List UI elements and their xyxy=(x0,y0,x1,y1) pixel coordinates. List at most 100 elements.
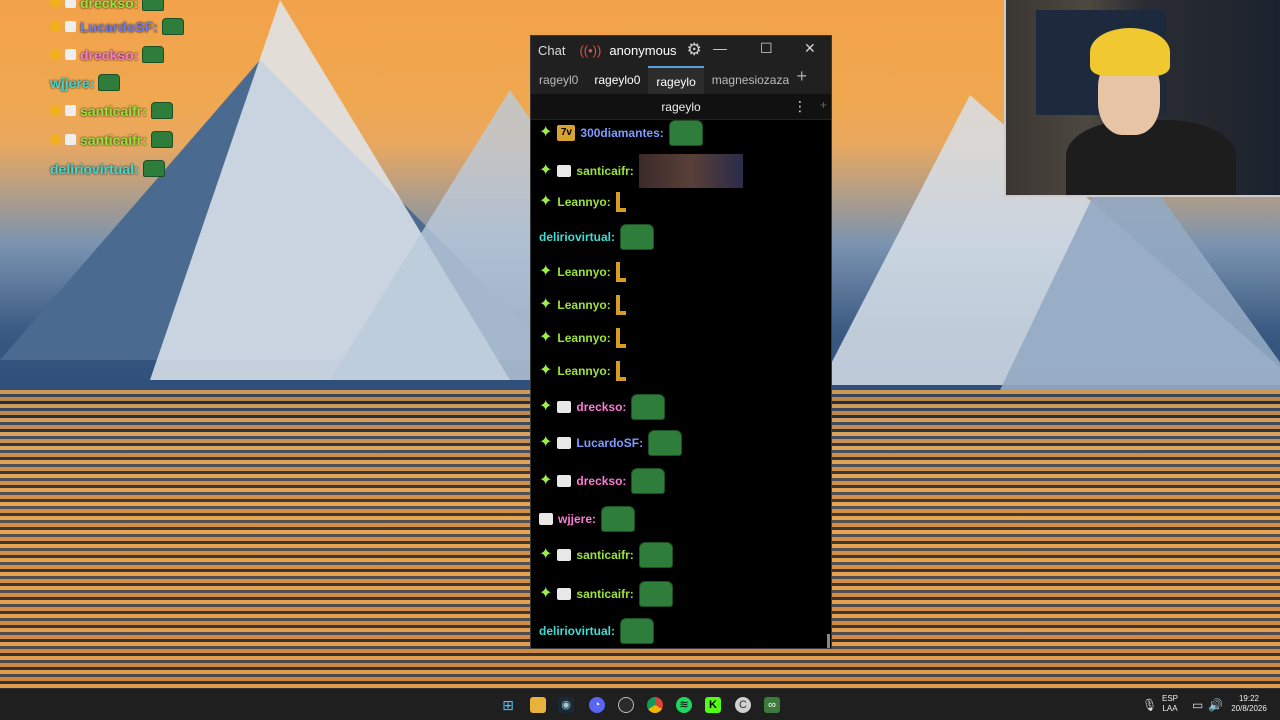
frog-emote-icon xyxy=(631,394,666,420)
frog-emote-icon xyxy=(161,18,184,35)
frog-emote-icon xyxy=(142,0,165,11)
settings-gear-icon[interactable]: ⚙ xyxy=(687,40,702,60)
chat-username[interactable]: santicaifr: xyxy=(576,164,633,178)
tab-rageylo[interactable]: rageylo xyxy=(648,66,704,94)
tab-rageyl0[interactable]: rageyl0 xyxy=(531,66,586,94)
chat-message[interactable]: deliriovirtual: xyxy=(539,618,655,644)
overlay-chat-line: wjjere: xyxy=(50,74,121,91)
mod-badge-icon xyxy=(65,49,76,60)
frog-emote-icon xyxy=(631,468,666,494)
clock-time: 19:22 xyxy=(1238,694,1260,703)
ccleaner-icon[interactable]: C xyxy=(735,697,751,713)
chat-message[interactable]: ✦ Leannyo: xyxy=(539,192,626,212)
overlay-username: deliriovirtual: xyxy=(50,160,139,177)
chat-username[interactable]: Leannyo: xyxy=(557,364,610,378)
overlay-username: dreckso: xyxy=(80,46,139,63)
chat-message[interactable]: ✦ Leannyo: xyxy=(539,361,626,381)
overlay-chat-line: dreckso: xyxy=(50,0,165,11)
sparkle-badge-icon: ✦ xyxy=(539,329,553,346)
chat-message[interactable]: ✦ santicaifr: xyxy=(539,154,743,188)
network-icon[interactable]: ▭ xyxy=(1192,698,1203,712)
title-bar[interactable]: Chat ((•)) anonymous ⚙ — ☐ ✕ xyxy=(531,36,831,64)
kick-icon[interactable]: K xyxy=(705,697,721,713)
frog-emote-icon xyxy=(638,542,673,568)
gif-emote-icon xyxy=(638,154,743,188)
close-icon[interactable]: ✕ xyxy=(804,40,816,57)
frog-emote-icon xyxy=(620,618,655,644)
file-explorer-icon[interactable] xyxy=(530,697,546,713)
chat-username[interactable]: Leannyo: xyxy=(557,331,610,345)
chat-message[interactable]: ✦ dreckso: xyxy=(539,394,666,420)
obs-icon[interactable] xyxy=(618,697,634,713)
windows-start-icon[interactable]: ⊞ xyxy=(500,697,516,713)
sparkle-badge-icon: ✦ xyxy=(539,193,553,210)
chat-window[interactable]: Chat ((•)) anonymous ⚙ — ☐ ✕ rageyl0 rag… xyxy=(530,35,832,649)
chat-message[interactable]: deliriovirtual: xyxy=(539,224,655,250)
volume-icon[interactable]: 🔊 xyxy=(1208,698,1223,712)
window-title: Chat xyxy=(538,42,566,58)
webcam-feed xyxy=(1004,0,1280,197)
steam-icon[interactable]: ◉ xyxy=(558,697,574,713)
chat-username[interactable]: deliriovirtual: xyxy=(539,230,615,244)
discord-icon[interactable]: ◔ xyxy=(589,697,605,713)
chrome-icon[interactable] xyxy=(647,697,663,713)
channel-tabs: rageyl0 rageylo0 rageylo magnesiozaza + xyxy=(531,64,831,94)
mod-badge-icon xyxy=(65,0,76,8)
tab-rageylo0[interactable]: rageylo0 xyxy=(586,66,648,94)
minimize-icon[interactable]: — xyxy=(713,40,727,56)
overlay-chat-line: santicaifr: xyxy=(50,131,173,148)
overlay-username: santicaifr: xyxy=(80,131,147,148)
tab-magnesiozaza[interactable]: magnesiozaza xyxy=(704,66,797,94)
add-tab-icon[interactable]: + xyxy=(796,66,807,87)
chat-username[interactable]: dreckso: xyxy=(576,474,626,488)
chat-message[interactable]: ✦ santicaifr: xyxy=(539,542,673,568)
chat-message[interactable]: ✦ LucardoSF: xyxy=(539,430,683,456)
frog-emote-icon xyxy=(98,74,121,91)
frog-emote-icon xyxy=(648,430,683,456)
sub-badge-icon xyxy=(50,49,61,60)
chat-username[interactable]: santicaifr: xyxy=(576,587,633,601)
chat-message[interactable]: ✦ Leannyo: xyxy=(539,295,626,315)
sub-badge-icon xyxy=(50,105,61,116)
chat-username[interactable]: santicaifr: xyxy=(576,548,633,562)
chat-message[interactable]: ✦ Leannyo: xyxy=(539,262,626,282)
webcam-person-hat xyxy=(1090,28,1170,76)
sub-badge-icon xyxy=(50,0,61,8)
clock-date: 20/8/2026 xyxy=(1231,704,1267,713)
chat-username[interactable]: Leannyo: xyxy=(557,265,610,279)
chat-username[interactable]: Leannyo: xyxy=(557,195,610,209)
chat-username[interactable]: deliriovirtual: xyxy=(539,624,615,638)
language-label: ESP xyxy=(1162,694,1179,703)
7tv-badge-icon: 7v xyxy=(557,125,576,141)
overlay-chat-line: deliriovirtual: xyxy=(50,160,165,177)
scrollbar[interactable] xyxy=(827,634,830,648)
chat-message[interactable]: ✦ Leannyo: xyxy=(539,328,626,348)
chat-username[interactable]: dreckso: xyxy=(576,400,626,414)
sparkle-badge-icon: ✦ xyxy=(539,546,553,563)
chat-message[interactable]: ✦ 7v 300diamantes: xyxy=(539,120,703,146)
mod-badge-icon xyxy=(557,588,572,600)
sparkle-badge-icon: ✦ xyxy=(539,434,553,451)
clock[interactable]: 19:22 20/8/2026 xyxy=(1226,694,1272,714)
microphone-icon[interactable]: 🎙 xyxy=(1142,698,1157,712)
chat-username[interactable]: Leannyo: xyxy=(557,298,610,312)
mod-badge-icon xyxy=(539,513,553,525)
add-split-icon[interactable]: + xyxy=(820,98,827,112)
chat-username[interactable]: LucardoSF: xyxy=(576,436,643,450)
mod-badge-icon xyxy=(65,105,76,116)
overlay-chat-line: dreckso: xyxy=(50,46,165,63)
chat-username[interactable]: 300diamantes: xyxy=(580,126,663,140)
account-name[interactable]: anonymous xyxy=(609,43,676,58)
mod-badge-icon xyxy=(65,134,76,145)
more-options-icon[interactable]: ⋮ xyxy=(793,98,807,115)
chat-message[interactable]: wjjere: xyxy=(539,506,636,532)
frog-emote-icon xyxy=(150,131,173,148)
chat-message[interactable]: ✦ dreckso: xyxy=(539,468,666,494)
chatterino-icon[interactable]: ∞ xyxy=(764,697,780,713)
language-indicator[interactable]: ESP LAA xyxy=(1162,694,1178,714)
chat-username[interactable]: wjjere: xyxy=(558,512,596,526)
spotify-icon[interactable]: ≋ xyxy=(676,697,692,713)
L-emote-icon xyxy=(615,361,626,381)
maximize-icon[interactable]: ☐ xyxy=(760,40,773,57)
chat-message[interactable]: ✦ santicaifr: xyxy=(539,581,673,607)
